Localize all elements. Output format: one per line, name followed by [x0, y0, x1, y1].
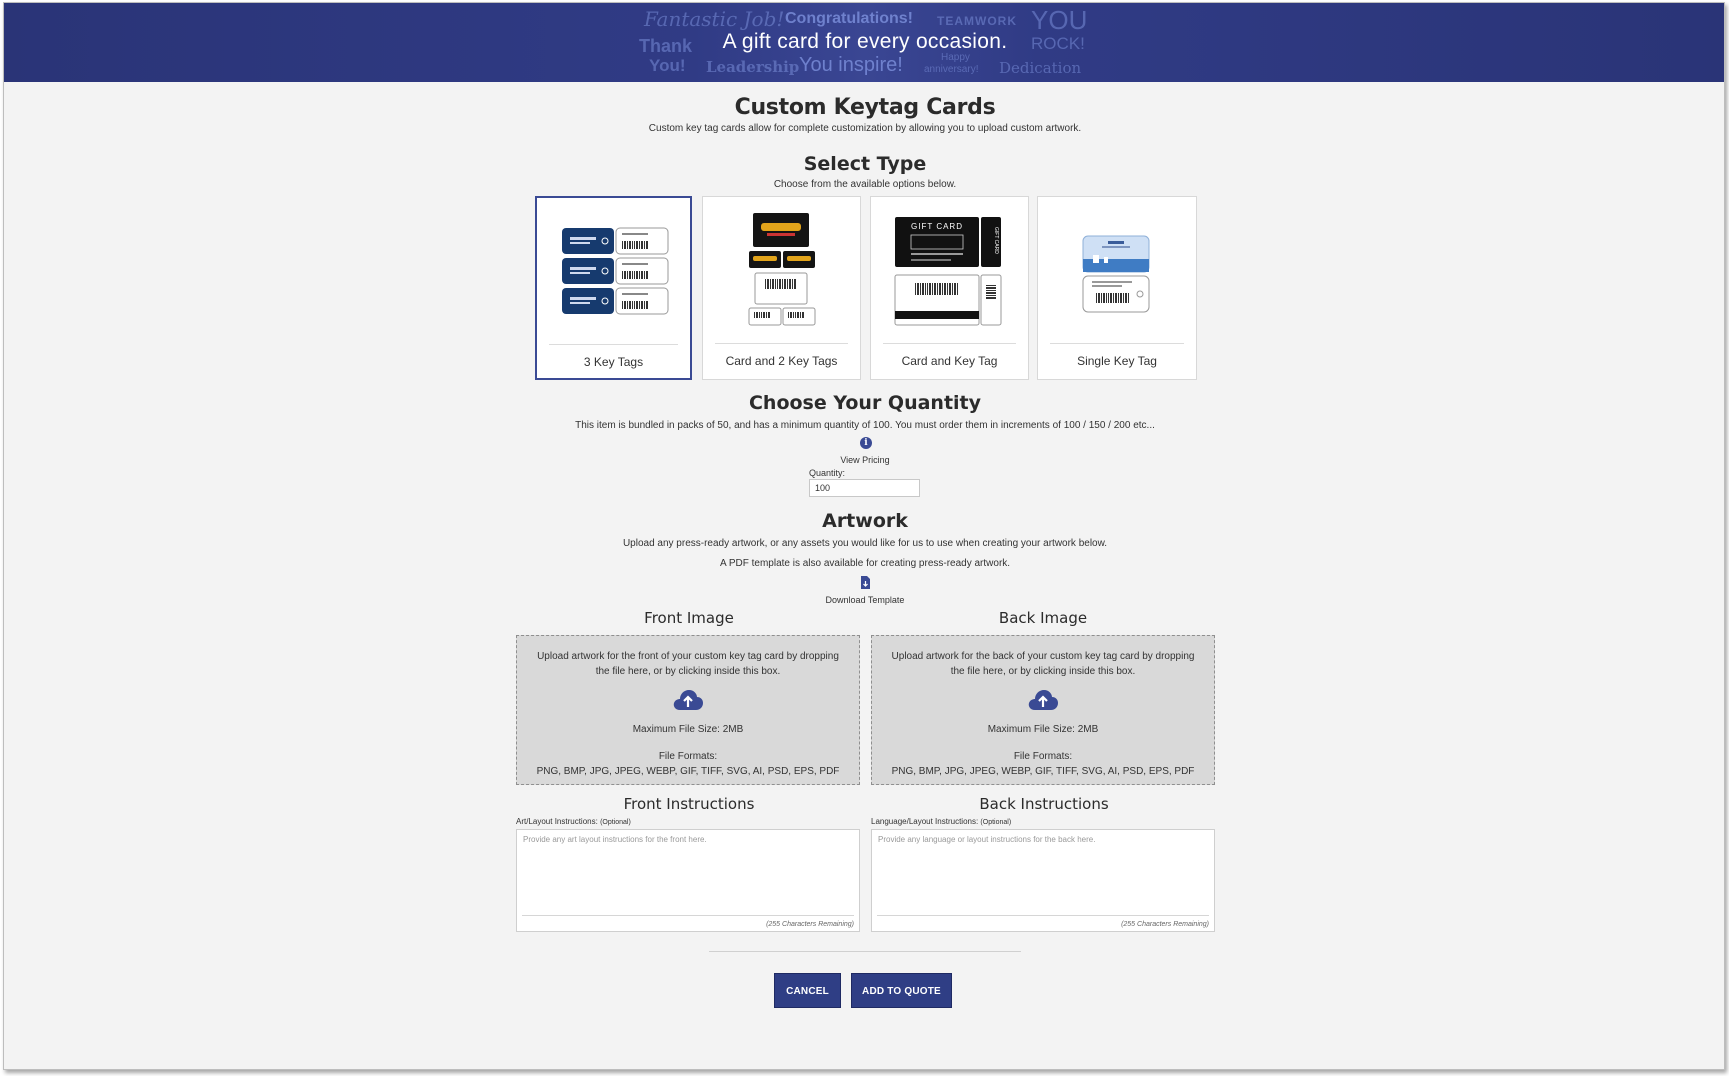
cancel-button[interactable]: CANCEL	[774, 973, 841, 1008]
3-key-tags-image	[537, 212, 690, 332]
banner-word: You inspire!	[799, 54, 903, 76]
info-icon[interactable]: i	[860, 437, 872, 449]
front-formats-list: PNG, BMP, JPG, JPEG, WEBP, GIF, TIFF, SV…	[536, 766, 840, 777]
front-max-size: Maximum File Size: 2MB	[632, 724, 744, 735]
quantity-heading: Choose Your Quantity	[748, 392, 982, 414]
page-title: Custom Keytag Cards	[734, 95, 996, 120]
textarea-divider	[522, 915, 854, 916]
select-type-description: Choose from the available options below.	[773, 179, 957, 190]
front-file-formats: File Formats: PNG, BMP, JPG, JPEG, WEBP,…	[517, 749, 859, 779]
back-characters-remaining: (255 Characters Remaining)	[1121, 921, 1209, 928]
cloud-upload-icon	[1027, 688, 1059, 712]
banner-word: You!	[649, 56, 686, 75]
card-and-2-key-tags-image	[703, 211, 860, 331]
template-note: A PDF template is also available for cre…	[719, 558, 1011, 569]
card-divider	[715, 343, 848, 344]
back-instructions-textarea[interactable]: Provide any language or layout instructi…	[871, 829, 1215, 932]
section-divider	[709, 951, 1021, 952]
optional-tag: (Optional)	[600, 819, 631, 826]
view-pricing-link[interactable]: View Pricing	[4, 455, 1724, 465]
type-option-label: Card and 2 Key Tags	[725, 354, 838, 368]
page-subtitle: Custom key tag cards allow for complete …	[648, 123, 1082, 134]
back-formats-label: File Formats:	[1013, 751, 1073, 762]
gift-card-side-text: GIFT CARD	[993, 227, 999, 254]
back-max-size: Maximum File Size: 2MB	[987, 724, 1099, 735]
type-option-label: Card and Key Tag	[901, 354, 998, 368]
quantity-input[interactable]: 100	[809, 479, 920, 497]
card-divider	[549, 344, 678, 345]
type-option-label: Single Key Tag	[1077, 354, 1157, 368]
back-file-formats: File Formats: PNG, BMP, JPG, JPEG, WEBP,…	[872, 749, 1214, 779]
back-image-heading: Back Image	[998, 609, 1088, 627]
front-image-dropzone[interactable]: Upload artwork for the front of your cus…	[516, 635, 860, 785]
front-instructions-placeholder: Provide any art layout instructions for …	[523, 835, 707, 844]
front-image-heading: Front Image	[644, 609, 734, 627]
front-instructions-label-text: Art/Layout Instructions:	[516, 817, 598, 826]
type-option-3-key-tags[interactable]: 3 Key Tags	[535, 196, 692, 380]
type-option-single-key-tag[interactable]: Single Key Tag	[1037, 196, 1197, 380]
front-instructions-label: Art/Layout Instructions: (Optional)	[516, 817, 631, 826]
back-instructions-heading: Back Instructions	[979, 795, 1109, 813]
front-instructions-textarea[interactable]: Provide any art layout instructions for …	[516, 829, 860, 932]
add-to-quote-button[interactable]: ADD TO QUOTE	[851, 973, 952, 1008]
banner-word: Fantastic Job!	[644, 7, 785, 31]
front-instructions-heading: Front Instructions	[623, 795, 755, 813]
back-image-dropzone[interactable]: Upload artwork for the back of your cust…	[871, 635, 1215, 785]
banner-word: anniversary!	[924, 64, 979, 75]
gift-card-text: GIFT CARD	[911, 222, 963, 231]
card-divider	[1050, 343, 1184, 344]
single-key-tag-image	[1038, 211, 1196, 331]
banner-word: Congratulations!	[785, 10, 913, 27]
optional-tag: (Optional)	[980, 819, 1012, 826]
cloud-upload-icon	[672, 688, 704, 712]
artwork-description: Upload any press-ready artwork, or any a…	[622, 538, 1108, 549]
type-option-card-and-key-tag[interactable]: GIFT CARD GIFT CARD Card and Key Tag	[870, 196, 1029, 380]
back-instructions-label: Language/Layout Instructions: (Optional)	[871, 817, 1011, 826]
back-formats-list: PNG, BMP, JPG, JPEG, WEBP, GIF, TIFF, SV…	[891, 766, 1195, 777]
banner-word: TEAMWORK	[937, 14, 1017, 28]
type-option-label: 3 Key Tags	[583, 355, 644, 369]
select-type-heading: Select Type	[803, 153, 927, 175]
front-formats-label: File Formats:	[658, 751, 718, 762]
quantity-description: This item is bundled in packs of 50, and…	[575, 420, 1155, 431]
hero-banner: Fantastic Job! Congratulations! TEAMWORK…	[4, 3, 1724, 82]
type-option-card-and-2-key-tags[interactable]: Card and 2 Key Tags	[702, 196, 861, 380]
app-window: Fantastic Job! Congratulations! TEAMWORK…	[3, 2, 1725, 1070]
back-instructions-label-text: Language/Layout Instructions:	[871, 817, 979, 826]
download-template-link[interactable]: Download Template	[4, 595, 1724, 605]
banner-headline: A gift card for every occasion.	[722, 30, 1008, 53]
file-download-icon[interactable]	[860, 576, 871, 589]
artwork-heading: Artwork	[822, 510, 908, 532]
card-and-key-tag-image: GIFT CARD GIFT CARD	[871, 211, 1028, 331]
card-divider	[883, 343, 1016, 344]
back-instructions-placeholder: Provide any language or layout instructi…	[878, 835, 1096, 844]
textarea-divider	[877, 915, 1209, 916]
banner-word: Leadership	[706, 58, 800, 76]
back-dropzone-text: Upload artwork for the back of your cust…	[891, 651, 1195, 677]
front-characters-remaining: (255 Characters Remaining)	[766, 921, 854, 928]
front-dropzone-text: Upload artwork for the front of your cus…	[537, 651, 839, 677]
quantity-label: Quantity:	[809, 468, 846, 478]
banner-word: Dedication	[999, 59, 1082, 77]
